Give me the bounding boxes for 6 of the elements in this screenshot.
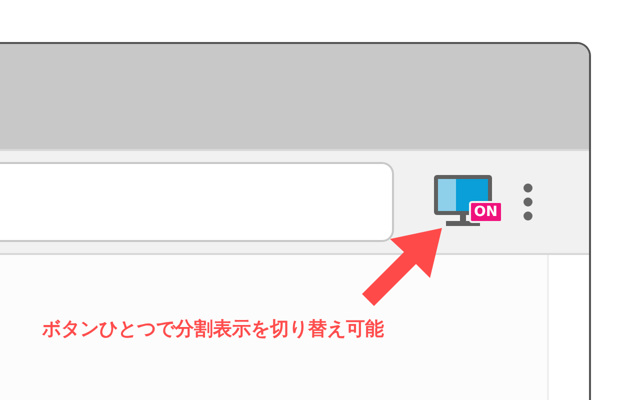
split-view-button[interactable]: ON	[432, 175, 502, 229]
on-badge: ON	[469, 201, 503, 223]
arrow-icon	[360, 226, 444, 308]
address-field[interactable]	[0, 162, 394, 242]
more-menu-icon[interactable]	[523, 183, 533, 221]
annotation-caption: ボタンひとつで分割表示を切り替え可能	[42, 317, 384, 342]
